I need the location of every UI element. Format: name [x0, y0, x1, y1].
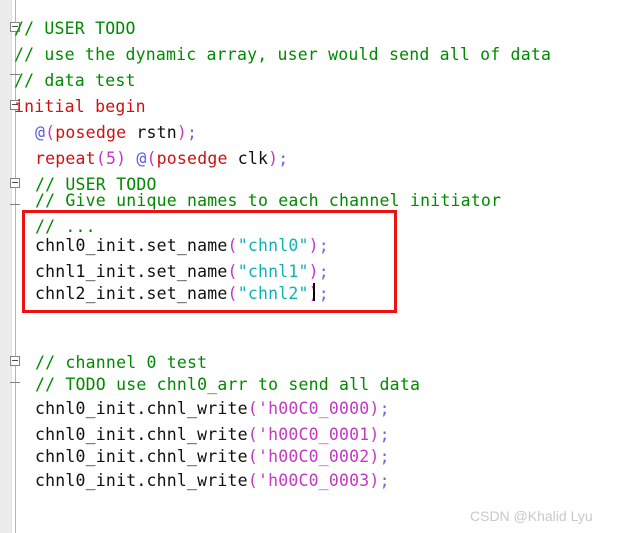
code-token: ; [379, 399, 390, 418]
code-line[interactable]: chnl0_init.chnl_write('h00C0_0003); [35, 468, 390, 494]
code-token: ('h00C0_0001) [247, 425, 380, 444]
code-line[interactable]: chnl0_init.chnl_write('h00C0_0000); [35, 396, 390, 422]
code-token: ( [227, 236, 238, 255]
code-token: @ [136, 149, 147, 168]
code-token: ; [278, 149, 289, 168]
code-token: ( [146, 149, 157, 168]
code-token: initial begin [14, 97, 146, 116]
code-token: ; [379, 447, 390, 466]
code-token: // USER TODO [14, 19, 136, 38]
code-token: // TODO use chnl0_arr to send all data [35, 375, 421, 394]
code-line[interactable]: // use the dynamic array, user would sen… [14, 42, 551, 68]
code-token: chnl2_init.set_name [35, 284, 228, 303]
code-line[interactable]: // TODO use chnl0_arr to send all data [35, 372, 420, 398]
code-line[interactable]: @(posedge rstn); [35, 120, 197, 146]
code-line[interactable]: chnl0_init.set_name("chnl0"); [35, 233, 329, 259]
code-token: rstn [126, 123, 177, 142]
code-token: ) [308, 236, 319, 255]
code-token: ; [318, 262, 329, 281]
code-token: ) [176, 123, 188, 142]
code-line[interactable]: chnl2_init.set_name("chnl2"); [35, 281, 329, 307]
code-token: ) [268, 149, 279, 168]
code-line[interactable]: // Give unique names to each channel ini… [35, 188, 501, 214]
code-token: "chnl1" [237, 262, 309, 281]
code-token: ; [379, 425, 390, 444]
code-token: "chnl0" [237, 236, 309, 255]
code-token: chnl0_init.chnl_write [35, 471, 248, 490]
csdn-watermark: CSDN @Khalid Lyu [470, 508, 593, 524]
code-line[interactable]: initial begin [14, 94, 146, 120]
code-token: ( [45, 123, 56, 142]
code-token: @ [35, 123, 46, 142]
code-token: 5 [105, 149, 117, 168]
code-token: // data test [14, 71, 136, 90]
code-token: posedge [156, 149, 228, 168]
code-token: ; [318, 236, 329, 255]
code-token: ) [308, 262, 319, 281]
text-caret [313, 283, 315, 301]
code-token: // use the dynamic array, user would sen… [14, 45, 552, 64]
code-editor-screenshot: // USER TODO // use the dynamic array, us… [0, 0, 618, 533]
code-token: ; [318, 284, 329, 303]
code-token: repeat [35, 149, 96, 168]
code-token: posedge [55, 123, 127, 142]
code-line[interactable]: // data test [14, 68, 136, 94]
code-token: chnl0_init.set_name [35, 236, 228, 255]
code-token: ( [95, 149, 106, 168]
code-line[interactable]: // USER TODO [14, 16, 136, 42]
code-token: ) [116, 149, 127, 168]
code-token: "chnl2" [237, 284, 309, 303]
code-line[interactable]: chnl0_init.chnl_write('h00C0_0002); [35, 444, 390, 470]
code-token: chnl0_init.chnl_write [35, 447, 248, 466]
code-token: ( [227, 262, 238, 281]
code-token: ; [379, 471, 390, 490]
code-token: ( [227, 284, 238, 303]
code-token: // Give unique names to each channel ini… [35, 191, 502, 210]
code-token: ('h00C0_0003) [247, 471, 380, 490]
code-token: ; [187, 123, 198, 142]
code-token: // channel 0 test [35, 353, 208, 372]
code-line[interactable]: repeat(5) @(posedge clk); [35, 146, 288, 172]
code-token: ('h00C0_0000) [247, 399, 380, 418]
code-token: ('h00C0_0002) [247, 447, 380, 466]
code-token: clk [227, 149, 269, 168]
code-text-area[interactable]: // USER TODO // use the dynamic array, us… [0, 0, 618, 533]
code-token: chnl1_init.set_name [35, 262, 228, 281]
code-token: chnl0_init.chnl_write [35, 425, 248, 444]
code-token: chnl0_init.chnl_write [35, 399, 248, 418]
